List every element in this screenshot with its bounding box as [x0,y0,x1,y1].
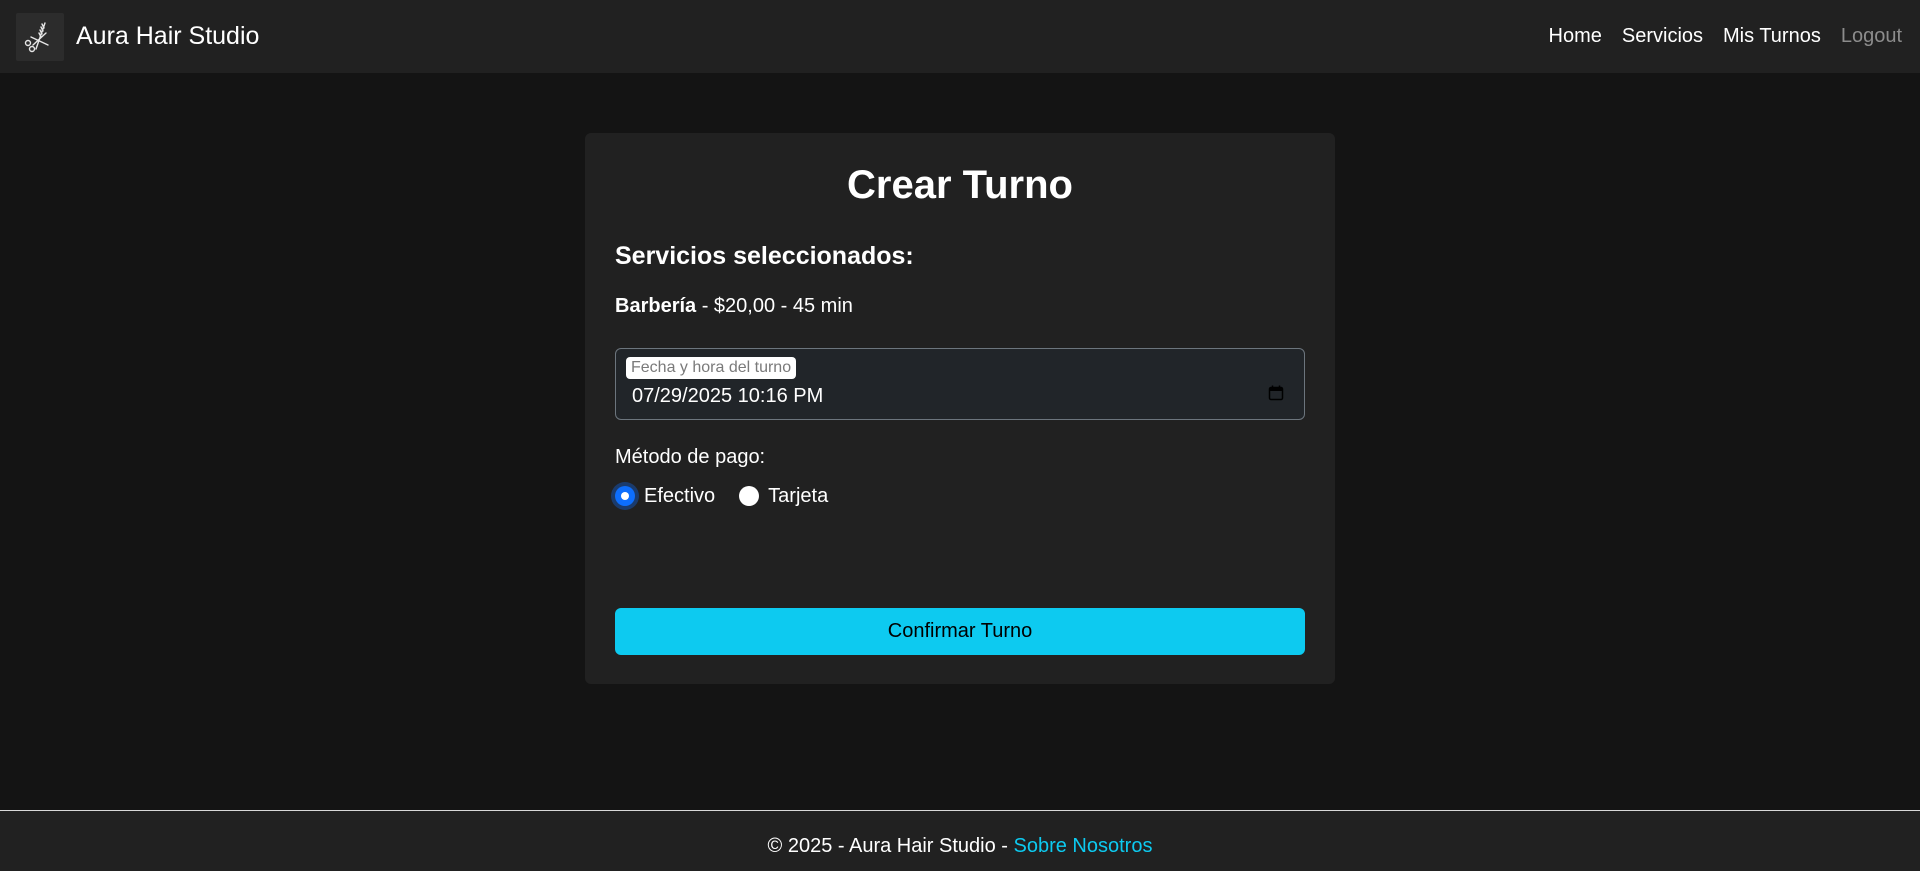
payment-option-label: Efectivo [644,484,716,507]
brand-name: Aura Hair Studio [76,22,260,50]
nav-links: Home Servicios Mis Turnos Logout [1549,25,1902,48]
footer-link-about[interactable]: Sobre Nosotros [1014,835,1153,857]
datetime-label: Fecha y hora del turno [626,356,797,379]
radio-tarjeta[interactable] [739,486,760,506]
payment-method-options: Efectivo Tarjeta [615,485,1305,508]
payment-option-label: Tarjeta [768,484,829,507]
selected-services-heading: Servicios seleccionados: [615,242,914,270]
payment-method-label: Método de pago: [615,445,766,468]
service-name: Barbería [615,294,697,317]
radio-efectivo[interactable] [615,486,635,506]
page-title: Crear Turno [847,163,1073,207]
navbar: Aura Hair Studio Home Servicios Mis Turn… [0,0,1920,73]
nav-link-logout[interactable]: Logout [1841,25,1902,48]
confirm-button[interactable]: Confirmar Turno [615,608,1305,655]
footer: © 2025 - Aura Hair Studio - Sobre Nosotr… [0,810,1920,871]
payment-option-efectivo[interactable]: Efectivo [615,485,715,508]
nav-link-mis-turnos[interactable]: Mis Turnos [1723,25,1821,48]
datetime-field[interactable]: Fecha y hora del turno [615,347,1305,420]
datetime-input[interactable] [632,384,1272,408]
scissors-comb-icon [16,12,64,61]
nav-link-servicios[interactable]: Servicios [1622,25,1703,48]
footer-text: © 2025 - Aura Hair Studio - [767,835,1014,857]
nav-link-home[interactable]: Home [1549,25,1602,48]
brand-link[interactable]: Aura Hair Studio [16,12,260,61]
payment-option-tarjeta[interactable]: Tarjeta [739,485,828,508]
service-details: - $20,00 - 45 min [696,294,853,317]
selected-service-item: Barbería - $20,00 - 45 min [615,295,1305,318]
calendar-icon[interactable] [1268,385,1284,401]
appointment-form-card: Crear Turno Servicios seleccionados: Bar… [585,133,1335,684]
